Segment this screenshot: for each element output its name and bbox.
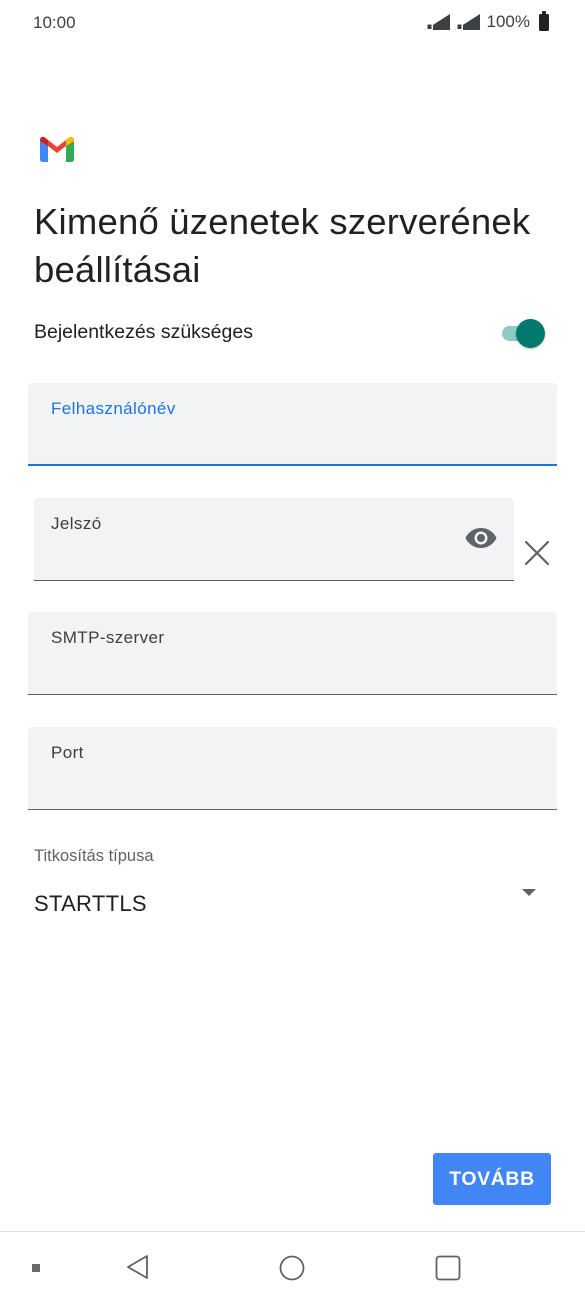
smtp-server-underline	[28, 694, 557, 695]
status-icons: 100%	[424, 10, 549, 32]
login-required-toggle[interactable]	[498, 316, 550, 350]
home-icon[interactable]	[279, 1255, 305, 1281]
encryption-label: Titkosítás típusa	[34, 847, 154, 865]
status-time: 10:00	[33, 13, 76, 32]
port-field[interactable]: Port	[28, 727, 557, 810]
battery-percent: 100%	[486, 12, 530, 31]
navigation-bar	[0, 1232, 585, 1300]
gmail-logo	[40, 136, 74, 162]
username-input[interactable]	[51, 432, 534, 458]
page-title: Kimenő üzenetek szerverének beállításai	[34, 201, 531, 290]
password-underline	[34, 580, 514, 581]
smtp-server-field[interactable]: SMTP-szerver	[28, 612, 557, 695]
sim2-signal-icon	[454, 14, 480, 30]
nav-dot-icon	[32, 1264, 40, 1272]
username-field[interactable]: Felhasználónév	[28, 383, 557, 466]
battery-icon	[539, 10, 549, 31]
port-underline	[28, 809, 557, 810]
dropdown-arrow-icon	[522, 889, 536, 896]
password-input[interactable]	[51, 547, 444, 573]
username-underline	[28, 464, 557, 466]
show-password-button[interactable]	[464, 526, 498, 550]
port-input[interactable]	[51, 776, 534, 802]
eye-icon	[465, 528, 497, 548]
back-icon[interactable]	[124, 1253, 152, 1281]
next-button[interactable]: TOVÁBB	[433, 1153, 551, 1205]
sim1-signal-icon	[424, 14, 450, 30]
encryption-dropdown[interactable]: STARTTLS	[28, 880, 557, 926]
username-label: Felhasználónév	[51, 399, 176, 418]
status-bar: 10:00 100%	[0, 0, 585, 46]
login-required-label: Bejelentkezés szükséges	[34, 321, 253, 343]
smtp-server-input[interactable]	[51, 661, 534, 687]
password-field[interactable]: Jelszó	[34, 498, 514, 581]
recents-icon[interactable]	[435, 1255, 461, 1281]
close-icon	[524, 540, 550, 566]
encryption-value: STARTTLS	[34, 891, 147, 916]
toggle-thumb	[516, 319, 545, 348]
clear-password-button[interactable]	[522, 538, 552, 568]
port-label: Port	[51, 743, 84, 762]
smtp-server-label: SMTP-szerver	[51, 628, 165, 647]
password-label: Jelszó	[51, 514, 102, 533]
